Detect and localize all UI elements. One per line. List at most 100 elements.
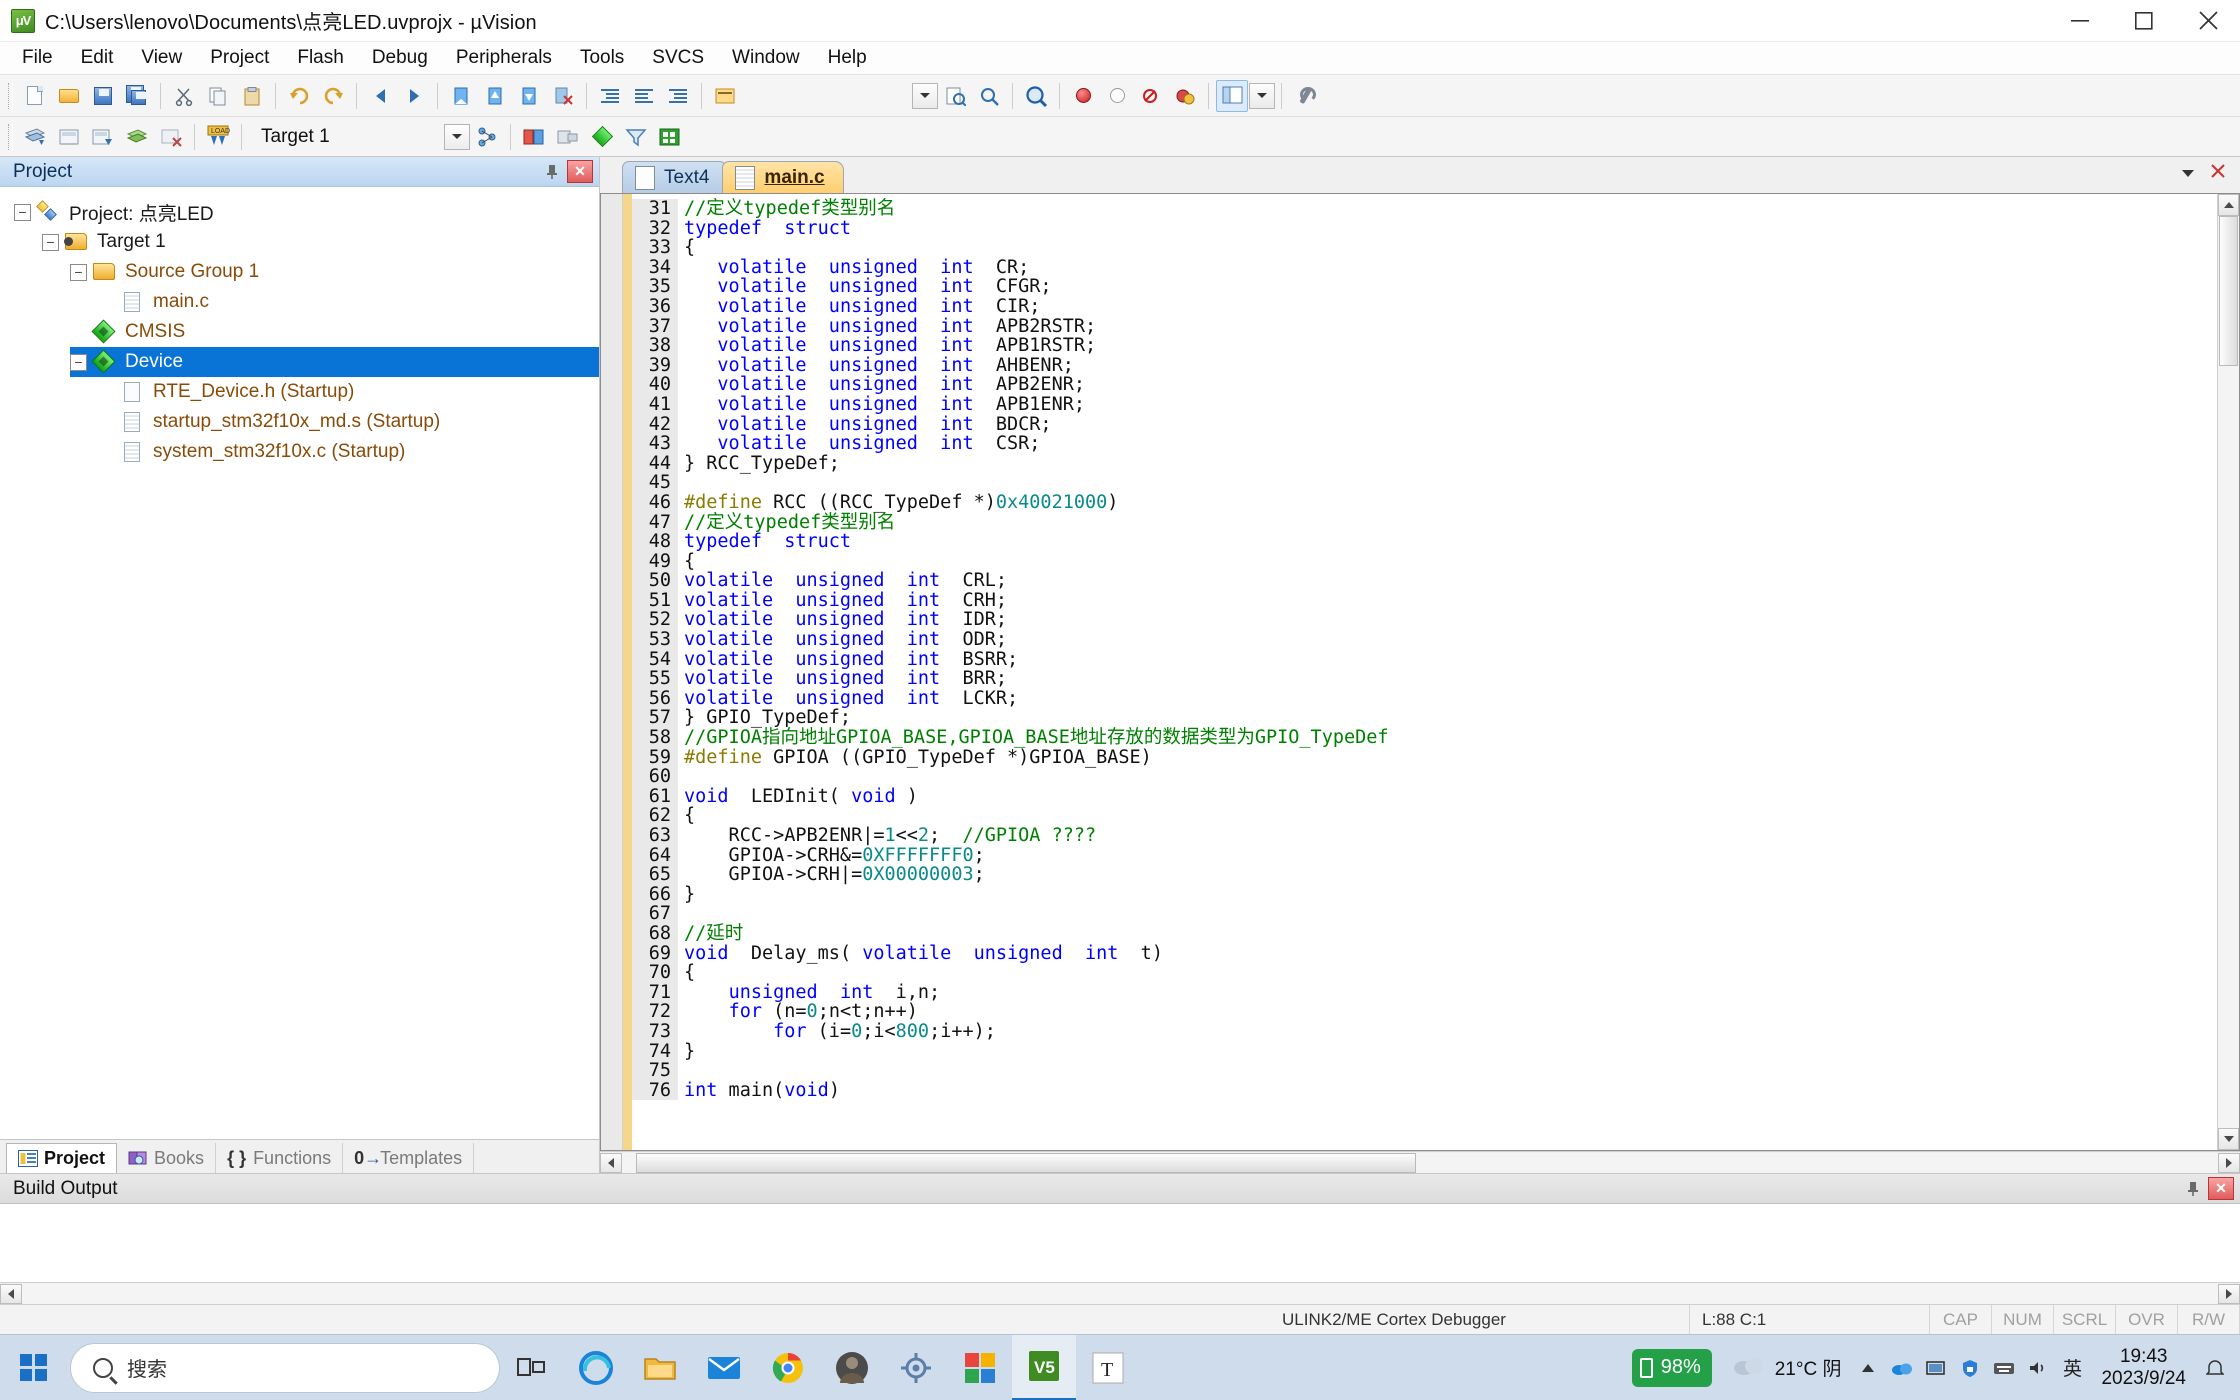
line-source[interactable]: volatile unsigned int CR; [678, 258, 1029, 278]
translate-icon[interactable] [19, 121, 51, 153]
menu-debug[interactable]: Debug [358, 43, 442, 73]
scroll-thumb[interactable] [636, 1153, 1416, 1173]
store-icon[interactable] [948, 1335, 1012, 1400]
navigate-back-icon[interactable] [364, 80, 396, 112]
code-line[interactable]: 51volatile unsigned int CRH; [632, 591, 2217, 611]
pin-icon[interactable] [541, 161, 563, 183]
code-line[interactable]: 45 [632, 473, 2217, 493]
outdent-icon[interactable] [628, 80, 660, 112]
close-tab-icon[interactable] [2210, 163, 2226, 185]
components-icon[interactable] [586, 121, 618, 153]
target-selector[interactable]: Target 1 [254, 123, 470, 151]
tab-list-dropdown-icon[interactable] [2180, 163, 2196, 185]
scroll-track[interactable] [622, 1153, 2218, 1173]
ime-indicator[interactable]: 英 [2055, 1335, 2089, 1400]
line-source[interactable]: void LEDInit( void ) [678, 787, 918, 807]
expander-icon[interactable]: − [14, 204, 31, 221]
editor-vertical-scrollbar[interactable] [2217, 194, 2239, 1150]
onedrive-icon[interactable] [1885, 1335, 1919, 1400]
scroll-track[interactable] [22, 1284, 2218, 1304]
code-line[interactable]: 58//GPIOA指向地址GPIOA_BASE,GPIOA_BASE地址存放的数… [632, 728, 2217, 748]
editor-horizontal-scrollbar[interactable] [600, 1151, 2240, 1173]
tab-templates[interactable]: 0→ Templates [343, 1143, 474, 1173]
menu-window[interactable]: Window [718, 43, 814, 73]
tab-books[interactable]: Books [117, 1143, 216, 1173]
line-source[interactable]: } [678, 1042, 695, 1062]
taskbar-clock[interactable]: 19:43 2023/9/24 [2089, 1346, 2198, 1390]
code-line[interactable]: 41 volatile unsigned int APB1ENR; [632, 395, 2217, 415]
tree-item-startup-s[interactable]: startup_stm32f10x_md.s (Startup) [98, 407, 599, 437]
line-source[interactable]: { [678, 806, 695, 826]
close-icon[interactable]: ✕ [2208, 1177, 2234, 1200]
line-source[interactable]: volatile unsigned int BDCR; [678, 415, 1052, 435]
tree-item-target[interactable]: − Target 1 [42, 227, 599, 257]
bookmark-prev-icon[interactable] [479, 80, 511, 112]
code-line[interactable]: 75 [632, 1061, 2217, 1081]
filter-icon[interactable] [620, 121, 652, 153]
code-line[interactable]: 59#define GPIOA ((GPIO_TypeDef *)GPIOA_B… [632, 748, 2217, 768]
menu-project[interactable]: Project [196, 43, 283, 73]
keil-vision-icon[interactable]: V5 [1012, 1335, 1076, 1400]
menu-peripherals[interactable]: Peripherals [442, 43, 566, 73]
line-source[interactable]: for (i=0;i<800;i++); [678, 1022, 996, 1042]
code-line[interactable]: 49{ [632, 552, 2217, 572]
line-source[interactable]: volatile unsigned int CRL; [678, 571, 1007, 591]
code-line[interactable]: 72 for (n=0;n<t;n++) [632, 1002, 2217, 1022]
scroll-right-button[interactable] [2218, 1284, 2240, 1304]
code-line[interactable]: 34 volatile unsigned int CR; [632, 258, 2217, 278]
redo-icon[interactable] [317, 80, 349, 112]
code-line[interactable]: 76int main(void) [632, 1081, 2217, 1101]
code-line[interactable]: 63 RCC->APB2ENR|=1<<2; //GPIOA ???? [632, 826, 2217, 846]
line-source[interactable]: //延时 [678, 924, 743, 944]
code-line[interactable]: 74} [632, 1042, 2217, 1062]
network-icon[interactable] [1919, 1335, 1953, 1400]
comment-icon[interactable] [662, 80, 694, 112]
build-output-scrollbar[interactable] [0, 1282, 2240, 1304]
menu-help[interactable]: Help [814, 43, 881, 73]
code-line[interactable]: 42 volatile unsigned int BDCR; [632, 415, 2217, 435]
code-line[interactable]: 64 GPIOA->CRH&=0XFFFFFFF0; [632, 846, 2217, 866]
line-source[interactable]: typedef struct [678, 532, 851, 552]
expander-icon[interactable]: − [42, 234, 59, 251]
scroll-thumb[interactable] [2219, 216, 2238, 366]
settings-gear-icon[interactable] [884, 1335, 948, 1400]
line-source[interactable]: } RCC_TypeDef; [678, 454, 840, 474]
kill-breakpoints-icon[interactable] [1135, 80, 1167, 112]
search-icon[interactable] [973, 80, 1005, 112]
editor-tab-text4[interactable]: Text4 [622, 161, 728, 193]
code-line[interactable]: 47//定义typedef类型别名 [632, 513, 2217, 533]
code-line[interactable]: 71 unsigned int i,n; [632, 983, 2217, 1003]
line-source[interactable]: volatile unsigned int CFGR; [678, 277, 1052, 297]
show-hidden-icons-icon[interactable] [1851, 1335, 1885, 1400]
line-source[interactable]: volatile unsigned int CIR; [678, 297, 1040, 317]
line-source[interactable]: GPIOA->CRH|=0X00000003; [678, 865, 985, 885]
undo-icon[interactable] [283, 80, 315, 112]
insert-template-icon[interactable] [709, 80, 741, 112]
insert-breakpoint-icon[interactable] [1101, 80, 1133, 112]
open-file-icon[interactable] [53, 80, 85, 112]
code-line[interactable]: 55volatile unsigned int BRR; [632, 669, 2217, 689]
window-layout-dropdown-icon[interactable] [1249, 83, 1275, 109]
download-icon[interactable]: LOAD [202, 121, 234, 153]
file-explorer-icon[interactable] [628, 1335, 692, 1400]
tab-project[interactable]: Project [6, 1143, 117, 1173]
taskbar-search-input[interactable]: 搜索 [70, 1343, 500, 1393]
code-line[interactable]: 39 volatile unsigned int AHBENR; [632, 356, 2217, 376]
copy-icon[interactable] [202, 80, 234, 112]
save-all-icon[interactable] [121, 80, 153, 112]
code-line[interactable]: 33{ [632, 238, 2217, 258]
code-text[interactable]: 31//定义typedef类型别名32typedef struct33{34 v… [632, 194, 2217, 1150]
indent-icon[interactable] [594, 80, 626, 112]
line-source[interactable]: #define RCC ((RCC_TypeDef *)0x40021000) [678, 493, 1118, 513]
code-line[interactable]: 70{ [632, 963, 2217, 983]
toolbar-grip[interactable] [8, 124, 13, 150]
code-line[interactable]: 68//延时 [632, 924, 2217, 944]
pin-icon[interactable] [2182, 1178, 2204, 1200]
line-source[interactable]: volatile unsigned int LCKR; [678, 689, 1018, 709]
tree-item-cmsis[interactable]: CMSIS [70, 317, 599, 347]
code-line[interactable]: 48typedef struct [632, 532, 2217, 552]
scroll-track[interactable] [2218, 216, 2239, 1128]
tree-item-source-group[interactable]: − Source Group 1 [70, 257, 599, 287]
target-options-icon[interactable] [471, 121, 503, 153]
line-source[interactable]: { [678, 552, 695, 572]
